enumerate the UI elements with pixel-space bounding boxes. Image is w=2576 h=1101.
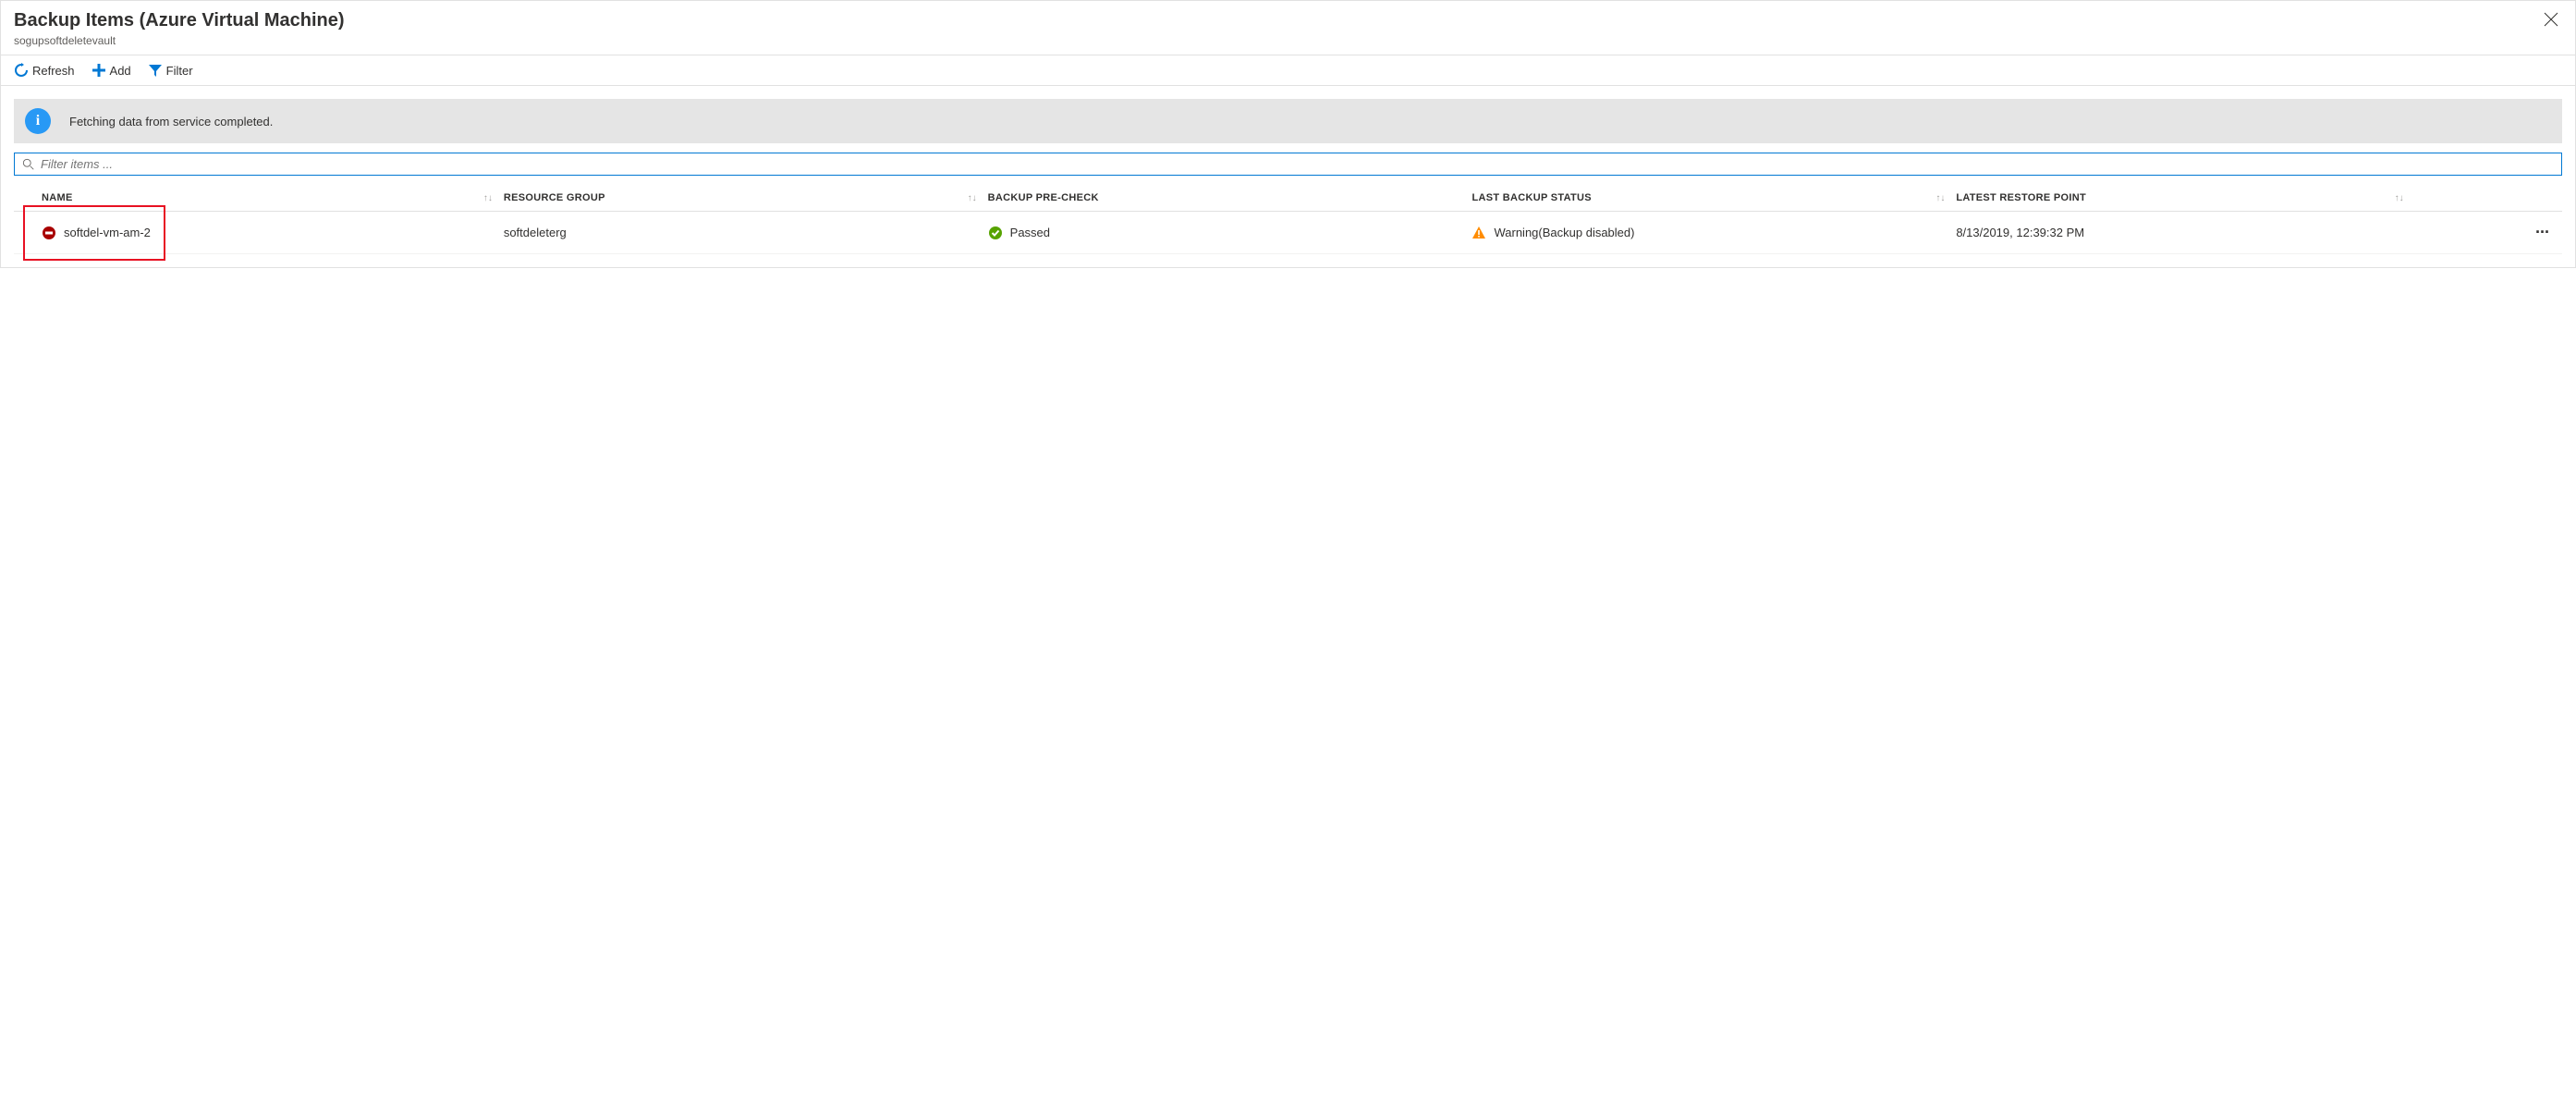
search-icon — [22, 158, 35, 171]
sort-icon: ↑↓ — [1935, 193, 1945, 203]
add-label: Add — [110, 64, 131, 78]
filter-items-search[interactable] — [14, 153, 2562, 176]
sort-icon: ↑↓ — [483, 193, 493, 203]
info-banner: i Fetching data from service completed. — [14, 99, 2562, 143]
filter-label: Filter — [166, 64, 193, 78]
row-context-menu-button[interactable]: ··· — [2535, 223, 2549, 242]
page-title: Backup Items (Azure Virtual Machine) — [14, 8, 345, 32]
backup-items-grid: NAME ↑↓ RESOURCE GROUP ↑↓ BACKUP PRE-CHE… — [14, 185, 2562, 254]
column-header-name[interactable]: NAME ↑↓ — [14, 192, 498, 203]
toolbar: Refresh Add Filter — [1, 55, 2575, 86]
item-status: Warning(Backup disabled) — [1494, 226, 1634, 239]
plus-icon — [92, 63, 106, 78]
refresh-icon — [14, 63, 29, 78]
refresh-button[interactable]: Refresh — [14, 63, 75, 78]
item-name: softdel-vm-am-2 — [64, 226, 151, 239]
item-restore-point: 8/13/2019, 12:39:32 PM — [1956, 226, 2084, 239]
banner-message: Fetching data from service completed. — [69, 115, 273, 128]
grid-header-row: NAME ↑↓ RESOURCE GROUP ↑↓ BACKUP PRE-CHE… — [14, 185, 2562, 212]
filter-icon — [148, 63, 163, 78]
check-circle-icon — [988, 226, 1003, 240]
filter-button[interactable]: Filter — [148, 63, 193, 78]
column-header-resource-group[interactable]: RESOURCE GROUP ↑↓ — [498, 192, 983, 203]
item-resource-group: softdeleterg — [504, 226, 567, 239]
table-row[interactable]: softdel-vm-am-2 softdeleterg Passed Warn… — [14, 212, 2562, 254]
column-header-precheck[interactable]: BACKUP PRE-CHECK — [983, 192, 1467, 203]
add-button[interactable]: Add — [92, 63, 131, 78]
sort-icon: ↑↓ — [2395, 193, 2404, 203]
info-icon: i — [25, 108, 51, 134]
column-header-status[interactable]: LAST BACKUP STATUS ↑↓ — [1466, 192, 1950, 203]
close-icon — [2544, 12, 2558, 27]
stop-icon — [42, 226, 56, 240]
column-header-restore[interactable]: LATEST RESTORE POINT ↑↓ — [1950, 192, 2409, 203]
sort-icon: ↑↓ — [968, 193, 977, 203]
item-precheck: Passed — [1010, 226, 1050, 239]
search-input[interactable] — [35, 157, 2554, 171]
page-subtitle: sogupsoftdeletevault — [14, 34, 345, 47]
warning-icon — [1471, 226, 1486, 240]
close-button[interactable] — [2540, 8, 2562, 33]
blade-header: Backup Items (Azure Virtual Machine) sog… — [1, 1, 2575, 55]
refresh-label: Refresh — [32, 64, 75, 78]
